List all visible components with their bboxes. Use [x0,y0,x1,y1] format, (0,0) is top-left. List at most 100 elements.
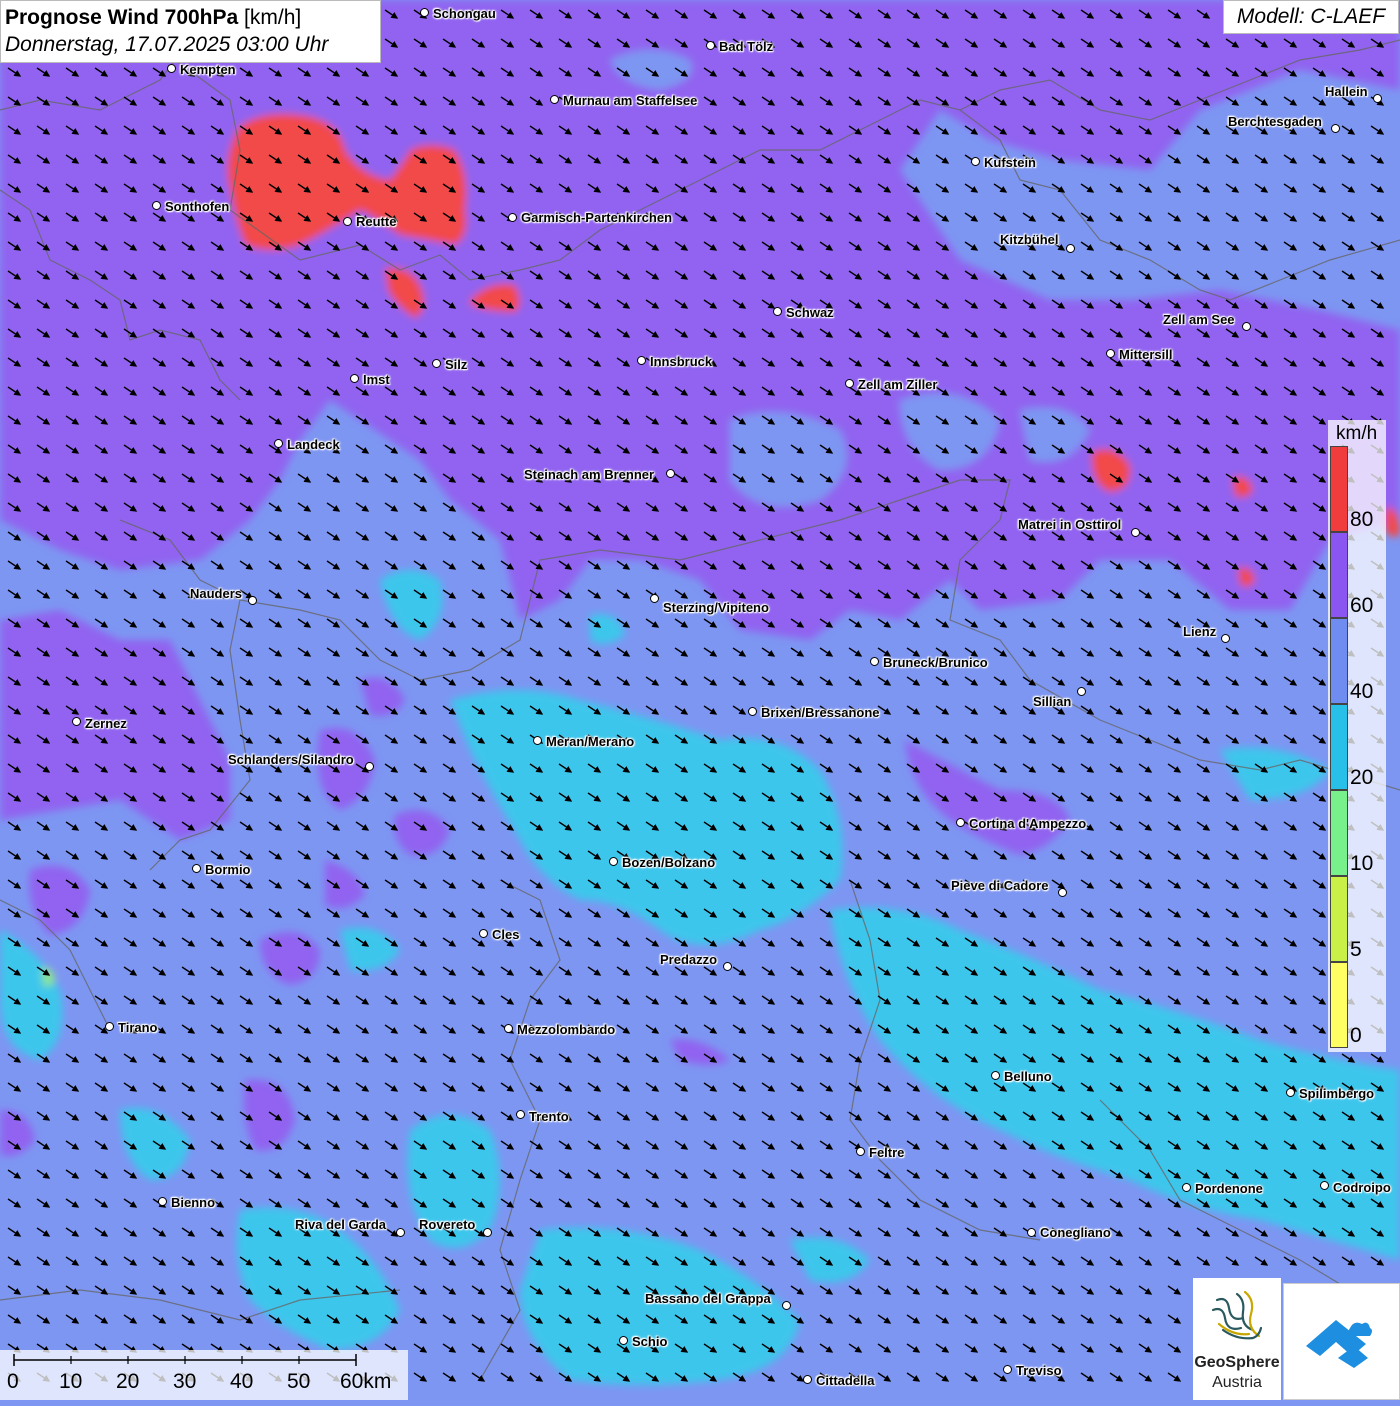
city-marker[interactable] [1058,888,1067,897]
city-marker[interactable] [343,217,352,226]
city-marker[interactable] [1320,1181,1329,1190]
city-marker[interactable] [706,41,715,50]
title-box: Prognose Wind 700hPa [km/h] Donnerstag, … [0,0,381,63]
map-title: Prognose Wind 700hPa [km/h] [5,4,376,31]
city-label: Nauders [190,586,243,601]
city-label: Mittersill [1119,347,1173,362]
city-marker[interactable] [971,157,980,166]
city-label: Matrei in Osttirol [1018,517,1122,532]
city-marker[interactable] [1182,1183,1191,1192]
city-marker[interactable] [248,596,257,605]
city-marker[interactable] [1003,1365,1012,1374]
city-marker[interactable] [72,717,81,726]
city-label: Codroipo [1333,1180,1391,1195]
city-marker[interactable] [723,962,732,971]
city-marker[interactable] [479,929,488,938]
legend-tick: 5 [1350,938,1362,961]
city-label: Schio [632,1334,668,1349]
city-label: Sillian [1033,694,1072,709]
city-marker[interactable] [1066,244,1075,253]
city-marker[interactable] [748,707,757,716]
city-marker[interactable] [504,1024,513,1033]
weather-logo-icon [1306,1320,1372,1368]
city-marker[interactable] [350,374,359,383]
weather-logo[interactable] [1283,1283,1400,1400]
city-label: Pieve di Cadore [951,878,1049,893]
city-marker[interactable] [105,1022,114,1031]
city-label: Zell am See [1163,312,1235,327]
title-main: Prognose Wind 700hPa [5,6,239,29]
city-marker[interactable] [1242,322,1251,331]
legend-color-segment [1330,446,1348,532]
city-marker[interactable] [1286,1088,1295,1097]
city-marker[interactable] [619,1336,628,1345]
city-marker[interactable] [1221,634,1230,643]
city-marker[interactable] [773,307,782,316]
model-label: Modell: C-LAEF [1223,0,1399,34]
legend-color-segment [1330,790,1348,876]
city-marker[interactable] [1373,94,1382,103]
city-label: Bozen/Bolzano [622,855,716,870]
city-marker[interactable] [516,1110,525,1119]
city-marker[interactable] [666,469,675,478]
city-marker[interactable] [991,1071,1000,1080]
city-marker[interactable] [782,1301,791,1310]
city-marker[interactable] [1027,1228,1036,1237]
city-marker[interactable] [420,8,429,17]
city-marker[interactable] [856,1147,865,1156]
scale-label: 60km [340,1370,392,1393]
scale-label: 40 [230,1370,254,1393]
city-marker[interactable] [1106,349,1115,358]
city-label: Predazzo [660,952,718,967]
city-label: Lienz [1183,624,1217,639]
city-label: Imst [363,372,390,387]
geosphere-logo[interactable]: GeoSphere Austria [1193,1278,1281,1400]
city-label: Steinach am Brenner [524,467,655,482]
city-marker[interactable] [152,201,161,210]
city-marker[interactable] [167,64,176,73]
city-label: Schongau [433,6,496,21]
city-marker[interactable] [508,213,517,222]
city-label: Reutte [356,214,397,229]
scale-label: 0 [7,1370,19,1393]
city-label: Riva del Garda [295,1217,387,1232]
city-marker[interactable] [274,439,283,448]
legend-tick: 0 [1350,1024,1362,1047]
legend-tick: 80 [1350,508,1374,531]
city-marker[interactable] [845,379,854,388]
city-label: Conegliano [1040,1225,1111,1240]
legend-color-segment [1330,704,1348,790]
city-label: Bad Tölz [719,39,774,54]
city-marker[interactable] [432,359,441,368]
city-marker[interactable] [483,1228,492,1237]
scale-label: 30 [173,1370,197,1393]
city-marker[interactable] [803,1375,812,1384]
forecast-datetime: Donnerstag, 17.07.2025 03:00 Uhr [5,33,329,56]
city-label: Treviso [1016,1363,1062,1378]
city-label: Zernez [85,716,127,731]
city-label: Kempten [180,62,236,77]
city-marker[interactable] [365,762,374,771]
city-marker[interactable] [650,594,659,603]
city-label: Sterzing/Vipiteno [663,600,769,615]
city-marker[interactable] [870,657,879,666]
city-marker[interactable] [1131,528,1140,537]
city-marker[interactable] [158,1197,167,1206]
city-marker[interactable] [1331,124,1340,133]
scale-label: 20 [116,1370,140,1393]
city-label: Cortina d'Ampezzo [969,816,1087,831]
legend-tick: 20 [1350,766,1374,789]
scale-label: 10 [59,1370,83,1393]
city-marker[interactable] [533,736,542,745]
city-marker[interactable] [637,356,646,365]
city-label: Murnau am Staffelsee [563,93,698,108]
city-label: Zell am Ziller [858,377,938,392]
city-marker[interactable] [550,95,559,104]
city-marker[interactable] [396,1228,405,1237]
legend-color-segment [1330,532,1348,618]
city-marker[interactable] [1077,687,1086,696]
city-marker[interactable] [609,857,618,866]
city-marker[interactable] [192,864,201,873]
city-marker[interactable] [956,818,965,827]
city-label: Tirano [118,1020,158,1035]
